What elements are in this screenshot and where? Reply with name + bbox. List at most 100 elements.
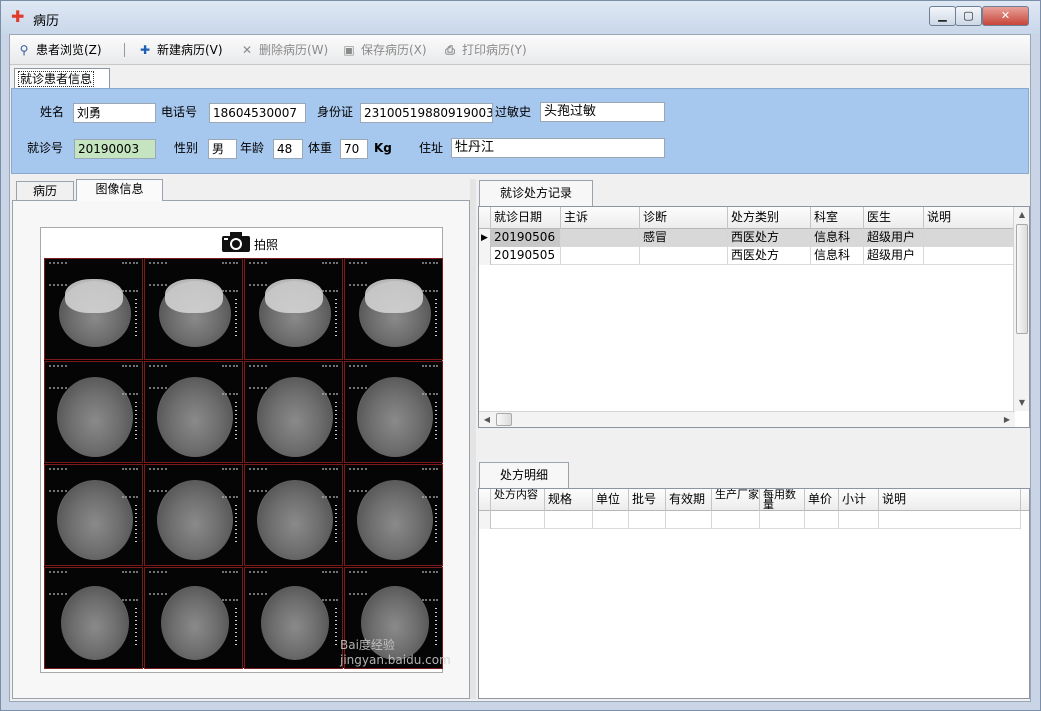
table-cell[interactable] xyxy=(712,511,760,529)
table-cell[interactable]: 西医处方 xyxy=(728,229,811,247)
table-cell[interactable] xyxy=(491,511,545,529)
take-photo-label: 拍照 xyxy=(254,238,279,252)
sex-field[interactable]: 男 xyxy=(208,139,237,159)
browse-patients-button[interactable]: ⚲ 患者浏览(Z) xyxy=(16,42,102,58)
ct-slice xyxy=(144,361,243,463)
take-photo-button[interactable]: 拍照 xyxy=(41,228,442,256)
visit-number-label: 就诊号 xyxy=(27,141,64,155)
save-record-button[interactable]: ▣ 保存病历(X) xyxy=(341,42,426,58)
table-cell[interactable]: 超级用户 xyxy=(864,247,924,265)
column-header[interactable]: 小计 xyxy=(839,489,879,511)
table-cell[interactable] xyxy=(805,511,839,529)
table-cell[interactable]: 信息科 xyxy=(811,247,864,265)
image-info-page: 拍照 Bai度经验 jingyan.baidu.com xyxy=(12,200,470,699)
tab-image-info[interactable]: 图像信息 xyxy=(76,179,163,201)
tab-medical-record[interactable]: 病历 xyxy=(16,181,74,201)
delete-record-button[interactable]: ✕ 删除病历(W) xyxy=(239,42,328,58)
column-header[interactable]: 就诊日期 xyxy=(491,207,561,229)
scroll-thumb[interactable] xyxy=(496,413,512,426)
column-header[interactable]: 主诉 xyxy=(561,207,640,229)
save-icon: ▣ xyxy=(343,43,355,57)
new-record-button[interactable]: ✚ 新建病历(V) xyxy=(137,42,223,58)
age-field[interactable]: 48 xyxy=(273,139,303,159)
weight-unit-label: Kg xyxy=(374,141,392,155)
row-header-corner xyxy=(479,207,491,229)
table-cell[interactable]: 20190505 xyxy=(491,247,561,265)
ct-slice xyxy=(344,361,443,463)
details-grid: 处方内容 规格 单位 批号 有效期 生产厂家 每用数量 单价 小计 说明 xyxy=(478,488,1030,699)
ct-slice xyxy=(144,567,243,669)
table-row[interactable]: 20190505 西医处方 信息科 超级用户 xyxy=(479,247,1015,265)
column-header[interactable]: 处方类别 xyxy=(728,207,811,229)
column-header[interactable]: 诊断 xyxy=(640,207,728,229)
column-header[interactable]: 说明 xyxy=(924,207,1015,229)
tab-prescription-details[interactable]: 处方明细 xyxy=(479,462,569,488)
records-horizontal-scrollbar[interactable]: ◀ ▶ xyxy=(479,411,1015,427)
table-row[interactable]: ▶ 20190506 感冒 西医处方 信息科 超级用户 xyxy=(479,229,1015,247)
table-cell[interactable] xyxy=(666,511,712,529)
watermark-text: Bai度经验 jingyan.baidu.com xyxy=(340,638,451,667)
table-cell[interactable]: 西医处方 xyxy=(728,247,811,265)
scroll-thumb[interactable] xyxy=(1016,224,1028,334)
table-cell[interactable]: 感冒 xyxy=(640,229,728,247)
table-cell[interactable] xyxy=(924,229,1015,247)
plus-icon: ✚ xyxy=(139,43,151,57)
tab-visit-prescription-records[interactable]: 就诊处方记录 xyxy=(479,180,593,206)
visit-number-field[interactable]: 20190003 xyxy=(74,139,156,159)
name-field[interactable]: 刘勇 xyxy=(73,103,156,123)
column-header[interactable]: 有效期 xyxy=(666,489,712,511)
scroll-down-icon[interactable]: ▼ xyxy=(1014,395,1029,411)
scroll-right-icon[interactable]: ▶ xyxy=(999,412,1015,427)
column-header[interactable]: 批号 xyxy=(629,489,666,511)
table-cell[interactable]: 20190506 xyxy=(491,229,561,247)
window-title: 病历 xyxy=(33,14,60,29)
column-header[interactable]: 说明 xyxy=(879,489,1021,511)
close-button[interactable]: ✕ xyxy=(982,6,1029,26)
address-field[interactable]: 牡丹江 xyxy=(451,138,665,158)
table-cell[interactable]: 超级用户 xyxy=(864,229,924,247)
current-row-indicator-icon: ▶ xyxy=(479,229,491,247)
table-cell[interactable]: 信息科 xyxy=(811,229,864,247)
table-row[interactable] xyxy=(479,511,1021,529)
column-header[interactable]: 医生 xyxy=(864,207,924,229)
column-header[interactable]: 单位 xyxy=(593,489,629,511)
row-header xyxy=(479,511,491,529)
maximize-button[interactable]: ▢ xyxy=(955,6,982,26)
tab-patient-info[interactable]: 就诊患者信息 xyxy=(14,68,110,88)
phone-field[interactable]: 18604530007 xyxy=(209,103,306,123)
id-card-field[interactable]: 231005198809190030 xyxy=(360,103,493,123)
column-header[interactable]: 单价 xyxy=(805,489,839,511)
table-cell[interactable] xyxy=(924,247,1015,265)
table-cell[interactable] xyxy=(545,511,593,529)
column-header[interactable]: 规格 xyxy=(545,489,593,511)
column-header[interactable]: 生产厂家 xyxy=(712,489,760,511)
table-cell[interactable] xyxy=(561,247,640,265)
print-record-button[interactable]: ⎙ 打印病历(Y) xyxy=(442,42,527,58)
name-label: 姓名 xyxy=(40,105,65,119)
table-cell[interactable] xyxy=(593,511,629,529)
allergy-field[interactable]: 头孢过敏 xyxy=(540,102,665,122)
title-bar: ✚ 病历 ▁ ▢ ✕ xyxy=(1,1,1040,34)
table-cell[interactable] xyxy=(839,511,879,529)
ct-slice xyxy=(244,464,343,566)
column-header[interactable]: 处方内容 xyxy=(491,489,545,511)
table-cell[interactable] xyxy=(760,511,805,529)
column-header[interactable]: 科室 xyxy=(811,207,864,229)
table-cell[interactable] xyxy=(561,229,640,247)
column-header[interactable]: 每用数量 xyxy=(760,489,805,511)
ct-slice xyxy=(44,567,143,669)
ct-slice xyxy=(344,258,443,360)
row-header-corner xyxy=(479,489,491,511)
scroll-left-icon[interactable]: ◀ xyxy=(479,412,495,427)
table-cell[interactable] xyxy=(879,511,1021,529)
ct-slice xyxy=(144,258,243,360)
weight-field[interactable]: 70 xyxy=(340,139,368,159)
ct-slice xyxy=(244,567,343,669)
table-cell[interactable] xyxy=(629,511,666,529)
minimize-button[interactable]: ▁ xyxy=(929,6,956,26)
ct-scan-image: Bai度经验 jingyan.baidu.com xyxy=(44,258,451,669)
records-vertical-scrollbar[interactable]: ▲ ▼ xyxy=(1013,207,1029,411)
table-cell[interactable] xyxy=(640,247,728,265)
scroll-up-icon[interactable]: ▲ xyxy=(1014,207,1029,223)
ct-slice xyxy=(344,464,443,566)
